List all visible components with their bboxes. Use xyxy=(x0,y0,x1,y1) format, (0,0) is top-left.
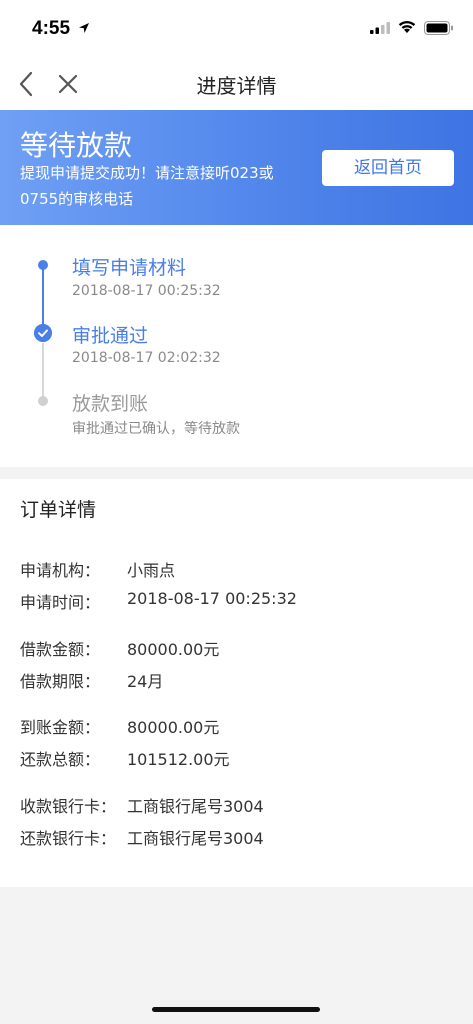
step-subtitle: 2018-08-17 00:25:32 xyxy=(72,283,221,299)
order-details-card: 订单详情 申请机构： 小雨点 申请时间： 2018-08-17 00:25:32… xyxy=(0,479,473,887)
detail-label: 收款银行卡： xyxy=(20,797,117,816)
order-details-title: 订单详情 xyxy=(20,499,97,521)
battery-icon xyxy=(424,21,453,35)
detail-label: 还款总额： xyxy=(20,750,101,769)
detail-row: 到账金额： 80000.00元 xyxy=(20,714,219,738)
banner-message: 提现申请提交成功！请注意接听023或0755的审核电话 xyxy=(20,164,274,208)
step-subtitle: 2018-08-17 02:02:32 xyxy=(72,350,221,366)
progress-timeline: 填写申请材料 2018-08-17 00:25:32 审批通过 2018-08-… xyxy=(0,225,473,467)
detail-value: 101512.00元 xyxy=(127,750,230,769)
check-circle-icon xyxy=(34,324,52,342)
timeline-line-pending xyxy=(42,343,44,403)
detail-row: 申请时间： 2018-08-17 00:25:32 xyxy=(20,589,297,613)
step-title: 填写申请材料 xyxy=(72,257,187,279)
detail-value: 工商银行尾号3004 xyxy=(127,797,264,816)
status-time: 4:55 xyxy=(32,18,71,39)
detail-row: 还款银行卡： 工商银行尾号3004 xyxy=(20,825,264,849)
detail-label: 借款期限： xyxy=(20,672,101,691)
nav-bar: 进度详情 xyxy=(0,58,473,110)
banner-status-title: 等待放款 xyxy=(20,129,133,162)
detail-value: 80000.00元 xyxy=(127,640,220,659)
detail-label: 还款银行卡： xyxy=(20,829,117,848)
detail-value: 2018-08-17 00:25:32 xyxy=(127,589,297,608)
detail-row: 借款金额： 80000.00元 xyxy=(20,636,219,660)
step-subtitle: 审批通过已确认，等待放款 xyxy=(72,421,240,437)
step-dot-icon xyxy=(38,260,48,270)
step-dot-pending-icon xyxy=(38,396,48,406)
detail-value: 工商银行尾号3004 xyxy=(127,829,264,848)
home-indicator[interactable] xyxy=(152,1007,320,1012)
step-title: 放款到账 xyxy=(72,393,149,415)
return-home-button[interactable]: 返回首页 xyxy=(322,150,454,186)
timeline-line-completed xyxy=(42,265,44,333)
detail-value: 小雨点 xyxy=(127,561,176,580)
signal-icon xyxy=(370,22,390,34)
wifi-icon xyxy=(398,21,416,33)
detail-label: 申请机构： xyxy=(20,561,101,580)
status-bar: 4:55 xyxy=(0,0,473,58)
detail-label: 借款金额： xyxy=(20,640,101,659)
status-banner: 等待放款 提现申请提交成功！请注意接听023或0755的审核电话 返回首页 xyxy=(0,110,473,225)
detail-value: 80000.00元 xyxy=(127,718,220,737)
detail-value: 24月 xyxy=(127,672,164,691)
detail-row: 收款银行卡： 工商银行尾号3004 xyxy=(20,793,264,817)
location-arrow-icon xyxy=(79,23,89,33)
detail-label: 申请时间： xyxy=(20,593,101,612)
detail-row: 还款总额： 101512.00元 xyxy=(20,746,230,770)
page-title: 进度详情 xyxy=(196,74,277,98)
detail-label: 到账金额： xyxy=(20,718,101,737)
detail-row: 借款期限： 24月 xyxy=(20,668,163,692)
detail-row: 申请机构： 小雨点 xyxy=(20,557,175,581)
step-title: 审批通过 xyxy=(72,325,149,347)
